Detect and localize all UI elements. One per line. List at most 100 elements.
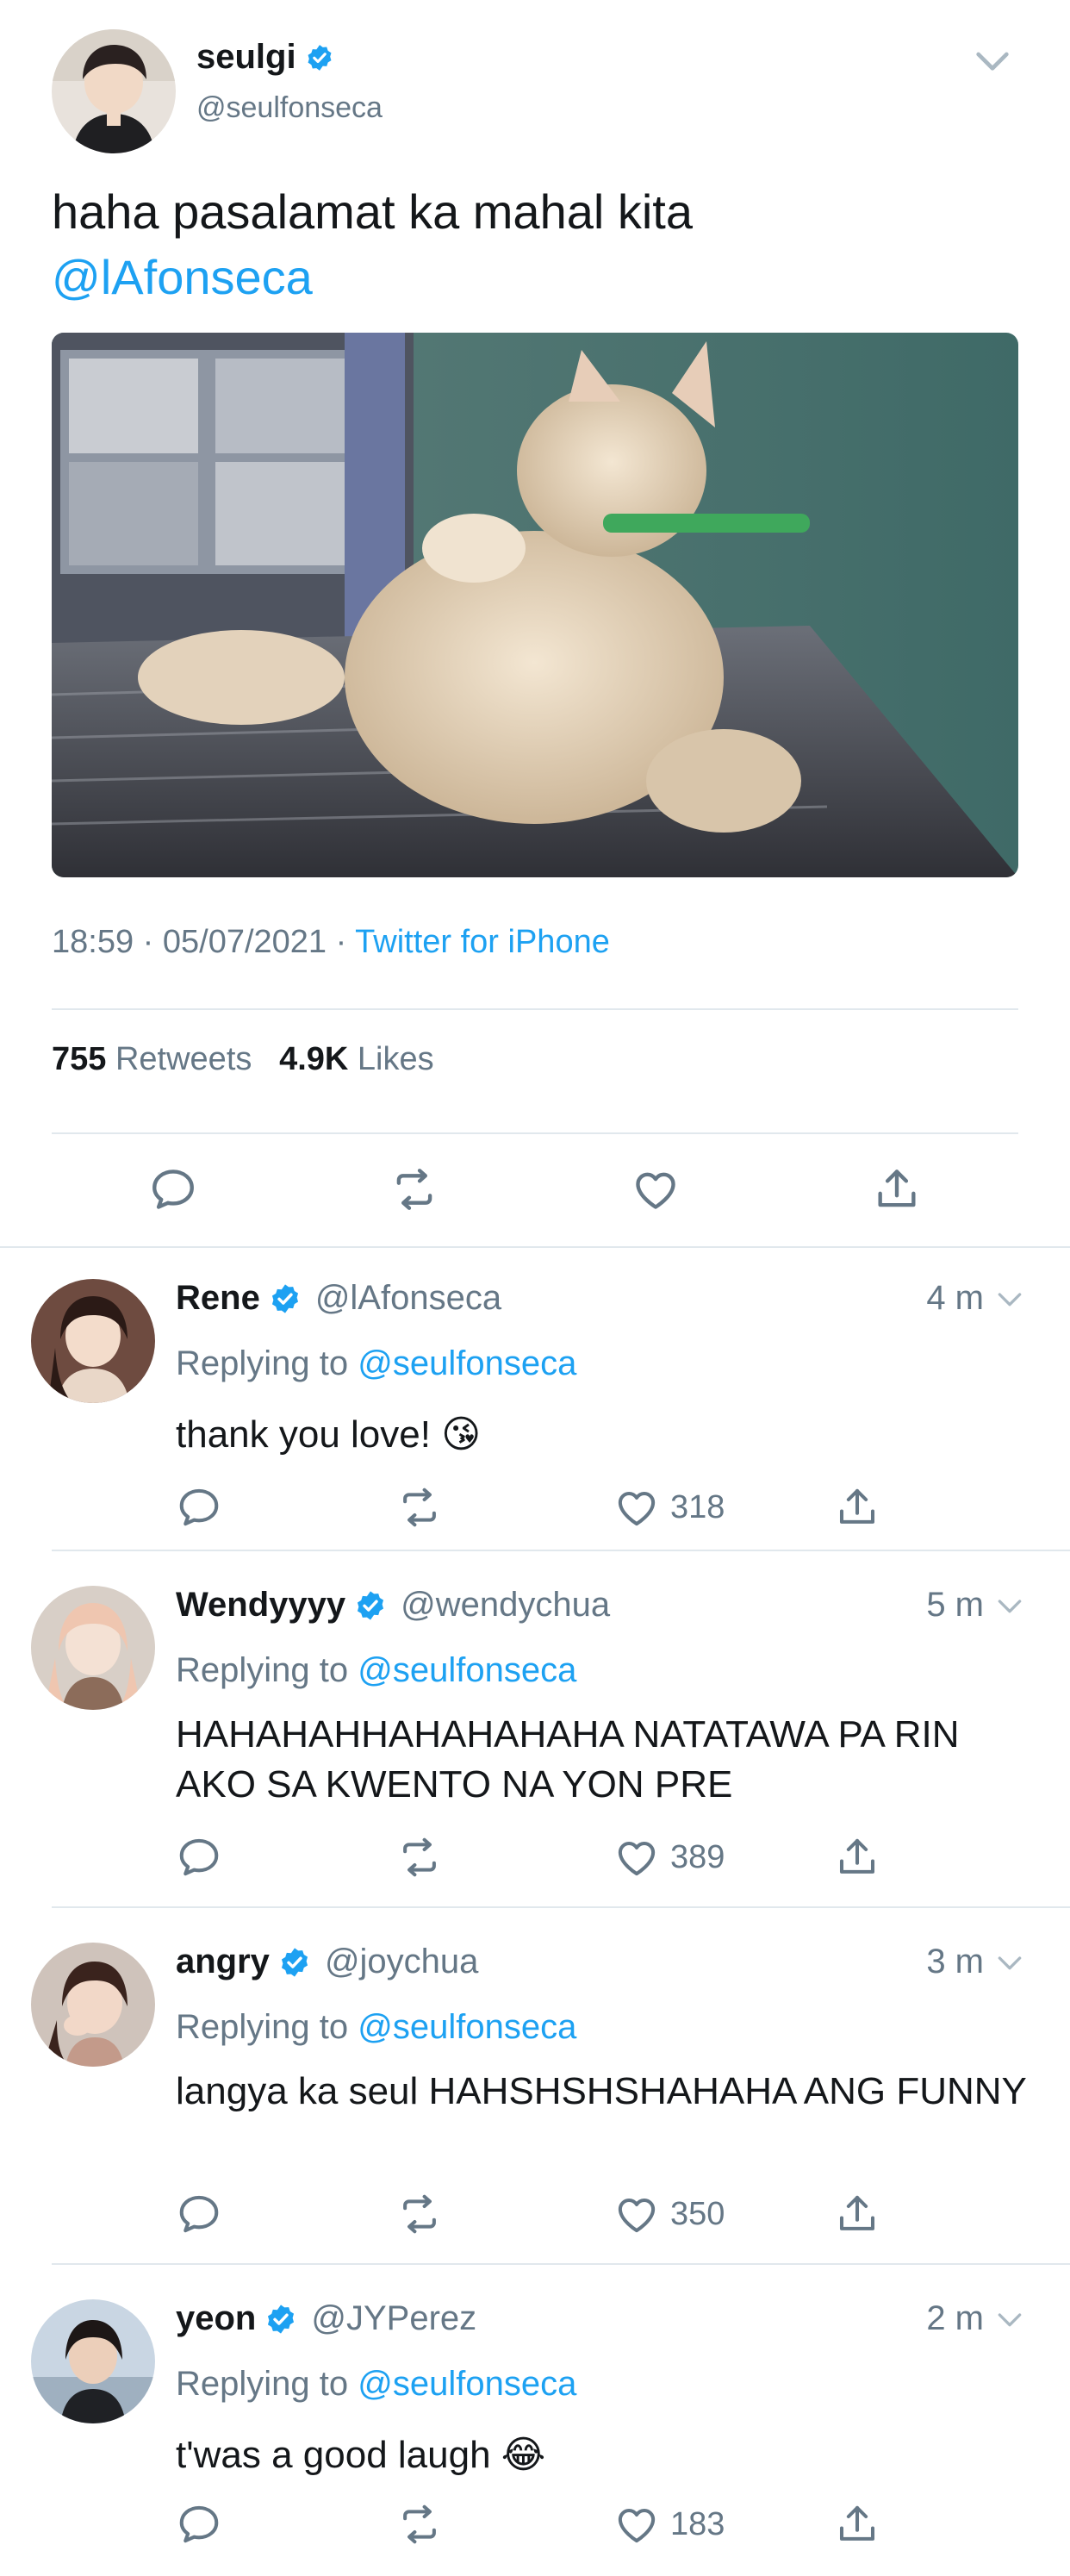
author-name[interactable]: seulgi xyxy=(196,38,334,77)
verified-badge-icon xyxy=(354,1589,387,1622)
replying-to-link[interactable]: @seulfonseca xyxy=(358,1344,576,1382)
avatar[interactable] xyxy=(31,1279,155,1403)
avatar[interactable] xyxy=(31,2299,155,2423)
chevron-down-icon[interactable] xyxy=(992,2302,1027,2336)
replying-to-link[interactable]: @seulfonseca xyxy=(358,2008,576,2046)
reply-icon xyxy=(148,1164,198,1214)
share-button[interactable] xyxy=(834,1477,880,1537)
heart-icon xyxy=(613,2191,660,2237)
chevron-down-icon[interactable] xyxy=(968,36,1017,84)
chevron-down-icon[interactable] xyxy=(992,1282,1027,1316)
reply-tweet[interactable]: Rene @lAfonseca 4 m Replying to @seulfon… xyxy=(0,1246,1070,1551)
divider xyxy=(52,1132,1018,1134)
avatar[interactable] xyxy=(52,29,176,153)
cat-photo-icon xyxy=(52,333,1018,877)
tweet-source-link[interactable]: Twitter for iPhone xyxy=(355,924,610,960)
reply-author-handle[interactable]: @lAfonseca xyxy=(315,1279,501,1318)
share-button[interactable] xyxy=(834,2494,880,2554)
like-count: 350 xyxy=(670,2195,725,2232)
reply-icon xyxy=(176,1834,222,1881)
retweet-button[interactable] xyxy=(396,2184,443,2244)
replying-to: Replying to @seulfonseca xyxy=(176,2008,577,2046)
divider xyxy=(52,1906,1070,1908)
chevron-down-icon[interactable] xyxy=(992,1945,1027,1980)
reply-actions: 318 xyxy=(0,1477,1070,1537)
verified-badge-icon xyxy=(264,2303,297,2336)
tweet-media-image[interactable] xyxy=(52,333,1018,877)
divider xyxy=(52,2263,1070,2265)
reply-icon xyxy=(176,1484,222,1531)
reply-author-name[interactable]: Wendyyyy xyxy=(176,1586,345,1625)
reply-button[interactable] xyxy=(176,2184,222,2244)
heart-icon xyxy=(631,1164,681,1214)
reply-author-handle[interactable]: @joychua xyxy=(325,1943,478,1981)
share-button[interactable] xyxy=(867,1155,927,1224)
share-button[interactable] xyxy=(834,2184,880,2244)
reply-text: HAHAHAHHAHAHAHAHA NATATAWA PA RIN AKO SA… xyxy=(176,1713,960,1806)
reply-icon xyxy=(176,2501,222,2548)
retweet-button[interactable] xyxy=(396,1827,443,1887)
retweet-icon xyxy=(396,2191,443,2237)
reply-tweet[interactable]: angry @joychua 3 m Replying to @seulfons… xyxy=(0,1910,1070,2265)
meta-separator: · xyxy=(335,924,356,960)
reply-author-handle[interactable]: @JYPerez xyxy=(311,2299,476,2338)
reply-text: t'was a good laugh 😂 xyxy=(176,2434,546,2476)
replying-to: Replying to @seulfonseca xyxy=(176,1344,577,1382)
reply-header: angry @joychua xyxy=(176,1943,478,1981)
share-icon xyxy=(834,2501,880,2548)
reply-button[interactable] xyxy=(143,1155,203,1224)
like-count: 318 xyxy=(670,1488,725,1525)
reply-time: 3 m xyxy=(926,1943,1027,1981)
tweet-time: 18:59 xyxy=(52,924,134,960)
reply-tweet[interactable]: yeon @JYPerez 2 m Replying to @seulfonse… xyxy=(0,2267,1070,2576)
reply-button[interactable] xyxy=(176,1477,222,1537)
verified-badge-icon xyxy=(305,43,334,72)
share-icon xyxy=(834,2191,880,2237)
share-button[interactable] xyxy=(834,1827,880,1887)
tweet-actions xyxy=(0,1155,1070,1224)
heart-icon xyxy=(613,1484,660,1531)
author-handle[interactable]: @seulfonseca xyxy=(196,91,383,125)
replying-to-link[interactable]: @seulfonseca xyxy=(358,1651,576,1689)
reply-author-name[interactable]: angry xyxy=(176,1943,270,1981)
likes-stat[interactable]: 4.9K Likes xyxy=(279,1041,434,1077)
reply-button[interactable] xyxy=(176,1827,222,1887)
share-icon xyxy=(834,1834,880,1881)
retweet-icon xyxy=(396,1484,443,1531)
verified-badge-icon xyxy=(269,1282,302,1315)
retweet-button[interactable] xyxy=(384,1155,445,1224)
reply-author-handle[interactable]: @wendychua xyxy=(401,1586,610,1625)
reply-time: 4 m xyxy=(926,1279,1027,1318)
replying-to-link[interactable]: @seulfonseca xyxy=(358,2365,576,2403)
like-button[interactable] xyxy=(625,1155,686,1224)
reply-time: 2 m xyxy=(926,2299,1027,2338)
reply-author-name[interactable]: Rene xyxy=(176,1279,260,1318)
mention-link[interactable]: @lAfonseca xyxy=(52,245,693,310)
reply-icon xyxy=(176,2191,222,2237)
like-button[interactable]: 389 xyxy=(613,1827,725,1887)
reply-author-name[interactable]: yeon xyxy=(176,2299,256,2338)
chevron-down-icon[interactable] xyxy=(992,1588,1027,1623)
like-button[interactable]: 183 xyxy=(613,2494,725,2554)
like-button[interactable]: 318 xyxy=(613,1477,725,1537)
like-count: 183 xyxy=(670,2505,725,2542)
reply-text: thank you love! 😘 xyxy=(176,1413,482,1456)
retweet-button[interactable] xyxy=(396,2494,443,2554)
avatar[interactable] xyxy=(31,1943,155,2067)
reply-tweet[interactable]: Wendyyyy @wendychua 5 m Replying to @seu… xyxy=(0,1553,1070,1908)
reply-header: Rene @lAfonseca xyxy=(176,1279,501,1318)
replying-to: Replying to @seulfonseca xyxy=(176,2365,577,2403)
tweet-stats: 755 Retweets 4.9K Likes xyxy=(52,1041,434,1078)
retweet-icon xyxy=(389,1164,439,1214)
avatar[interactable] xyxy=(31,1586,155,1710)
retweet-button[interactable] xyxy=(396,1477,443,1537)
heart-icon xyxy=(613,2501,660,2548)
divider xyxy=(52,1550,1070,1551)
like-button[interactable]: 350 xyxy=(613,2184,725,2244)
retweet-icon xyxy=(396,1834,443,1881)
reply-button[interactable] xyxy=(176,2494,222,2554)
reply-actions: 350 xyxy=(0,2184,1070,2244)
heart-icon xyxy=(613,1834,660,1881)
retweets-stat[interactable]: 755 Retweets xyxy=(52,1041,252,1077)
reply-actions: 389 xyxy=(0,1827,1070,1887)
